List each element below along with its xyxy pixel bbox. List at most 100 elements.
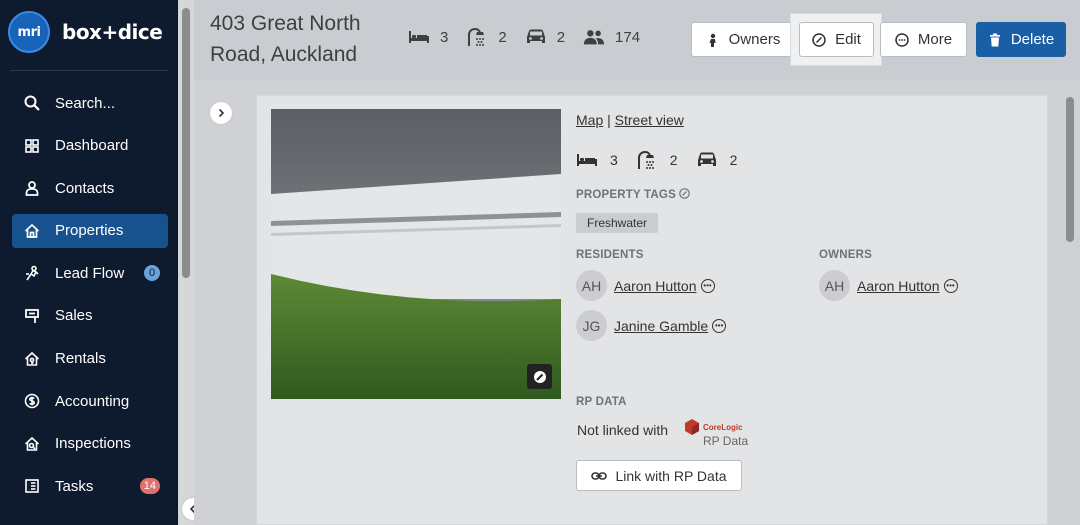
garages-count: 2 — [729, 152, 738, 168]
owners-button[interactable]: Owners — [691, 22, 795, 57]
search-icon — [22, 93, 42, 113]
sidebar-item-label: Inspections — [55, 435, 131, 453]
sidebar-item-label: Lead Flow — [55, 264, 125, 282]
tasks-count-badge: 14 — [139, 478, 160, 495]
map-link[interactable]: Map — [576, 112, 603, 128]
sidebar-item-label: Sales — [55, 307, 93, 325]
more-options-icon[interactable]: ••• — [700, 278, 715, 293]
owner-name-link[interactable]: Aaron Hutton — [857, 278, 940, 294]
car-icon — [697, 152, 716, 166]
owner-icon — [709, 33, 716, 47]
bedrooms-stat: 3 — [408, 27, 448, 47]
people-stat: 174 — [583, 27, 640, 47]
sidebar-item-label: Rentals — [55, 350, 106, 368]
resident-item: JG Janine Gamble ••• — [576, 310, 727, 341]
sidebar-item-label: Properties — [55, 222, 124, 240]
resident-name-link[interactable]: Janine Gamble — [614, 318, 708, 334]
shower-icon — [468, 27, 485, 46]
inspections-icon — [22, 434, 42, 454]
main-scrollbar[interactable] — [1064, 93, 1078, 523]
sidebar: mri box+dice Search... Dashboard Contact… — [0, 0, 178, 525]
owner-item: AH Aaron Hutton ••• — [819, 270, 958, 301]
sidebar-item-label: Accounting — [55, 392, 130, 410]
dashboard-icon — [22, 136, 42, 156]
garages-count: 2 — [556, 28, 566, 46]
more-button-label: More — [917, 31, 953, 48]
resident-item: AH Aaron Hutton ••• — [576, 270, 715, 301]
trash-icon — [989, 33, 1000, 46]
scrollbar-thumb[interactable] — [182, 8, 190, 278]
rp-not-linked-text: Not linked with — [577, 422, 669, 438]
garages-stat: 2 — [696, 150, 738, 170]
sidebar-scrollbar[interactable] — [178, 0, 194, 525]
divider — [10, 70, 168, 71]
sidebar-item-inspections[interactable]: Inspections — [12, 427, 168, 461]
people-icon — [583, 30, 605, 45]
bathrooms-count: 2 — [498, 28, 507, 46]
bathrooms-count: 2 — [669, 152, 678, 168]
shower-icon — [637, 150, 654, 169]
person-icon — [22, 178, 42, 198]
avatar: AH — [576, 270, 607, 301]
sidebar-item-rentals[interactable]: Rentals — [12, 342, 168, 376]
sales-icon — [22, 306, 42, 326]
bedrooms-count: 3 — [610, 152, 618, 168]
expand-panel-button[interactable] — [209, 101, 233, 125]
brand-logo[interactable]: mri box+dice — [8, 10, 170, 54]
delete-button-label: Delete — [1010, 31, 1055, 48]
sidebar-item-label: Dashboard — [55, 137, 129, 155]
sidebar-item-properties[interactable]: Properties — [12, 213, 168, 248]
avatar: JG — [576, 310, 607, 341]
map-links: Map | Street view — [576, 112, 684, 128]
sidebar-item-tasks[interactable]: Tasks 14 — [12, 469, 168, 503]
bed-icon — [409, 31, 429, 43]
link-rp-data-button[interactable]: Link with RP Data — [576, 460, 742, 491]
sidebar-item-sales[interactable]: Sales — [12, 299, 168, 333]
sidebar-item-lead-flow[interactable]: Lead Flow 0 — [12, 256, 168, 290]
bedrooms-count: 3 — [440, 28, 449, 46]
more-options-icon[interactable]: ••• — [943, 278, 958, 293]
header-stats: 3 2 2 174 — [408, 27, 658, 47]
residents-heading: RESIDENTS — [576, 249, 644, 261]
dollar-icon — [22, 391, 42, 411]
home-icon — [22, 221, 42, 241]
page-title: 403 Great North Road, Auckland — [210, 12, 361, 66]
sidebar-item-accounting[interactable]: Accounting — [12, 384, 168, 418]
car-icon — [526, 29, 545, 43]
more-options-icon[interactable]: ••• — [712, 318, 727, 333]
delete-button[interactable]: Delete — [976, 22, 1066, 57]
details-stats: 3 2 2 — [576, 150, 755, 170]
edit-button[interactable]: Edit — [799, 22, 874, 57]
scrollbar-thumb[interactable] — [1066, 97, 1074, 242]
edit-tags-icon[interactable] — [679, 188, 691, 199]
brand-name: box+dice — [62, 20, 163, 44]
property-tag: Freshwater — [576, 213, 659, 233]
owners-heading: OWNERS — [819, 249, 872, 261]
link-icon — [591, 471, 608, 480]
edit-icon — [812, 32, 826, 47]
mri-logo: mri — [8, 11, 50, 53]
rp-data-heading: RP DATA — [576, 396, 627, 408]
property-tags-heading: PROPERTY TAGS — [576, 188, 691, 201]
sidebar-item-contacts[interactable]: Contacts — [12, 171, 168, 205]
street-view-image[interactable] — [271, 109, 561, 399]
street-view-link[interactable]: Street view — [615, 112, 684, 128]
sidebar-item-label: Tasks — [55, 477, 94, 495]
compass-icon[interactable] — [527, 364, 552, 389]
people-count: 174 — [615, 28, 641, 46]
more-button[interactable]: More — [880, 22, 967, 57]
property-tags-label: PROPERTY TAGS — [576, 189, 676, 201]
more-icon — [895, 32, 909, 47]
chevron-right-icon — [218, 108, 225, 118]
sidebar-item-label: Search... — [55, 94, 116, 112]
lead-flow-icon — [22, 263, 42, 283]
resident-name-link[interactable]: Aaron Hutton — [614, 278, 697, 294]
tasks-icon — [22, 476, 42, 496]
bathrooms-stat: 2 — [636, 150, 678, 170]
bedrooms-stat: 3 — [576, 150, 618, 170]
sidebar-item-search[interactable]: Search... — [12, 86, 168, 120]
sidebar-item-dashboard[interactable]: Dashboard — [12, 129, 168, 163]
corelogic-wordmark: CoreLogic — [703, 423, 743, 432]
rentals-icon — [22, 349, 42, 369]
map-link-separator: | — [607, 112, 611, 128]
